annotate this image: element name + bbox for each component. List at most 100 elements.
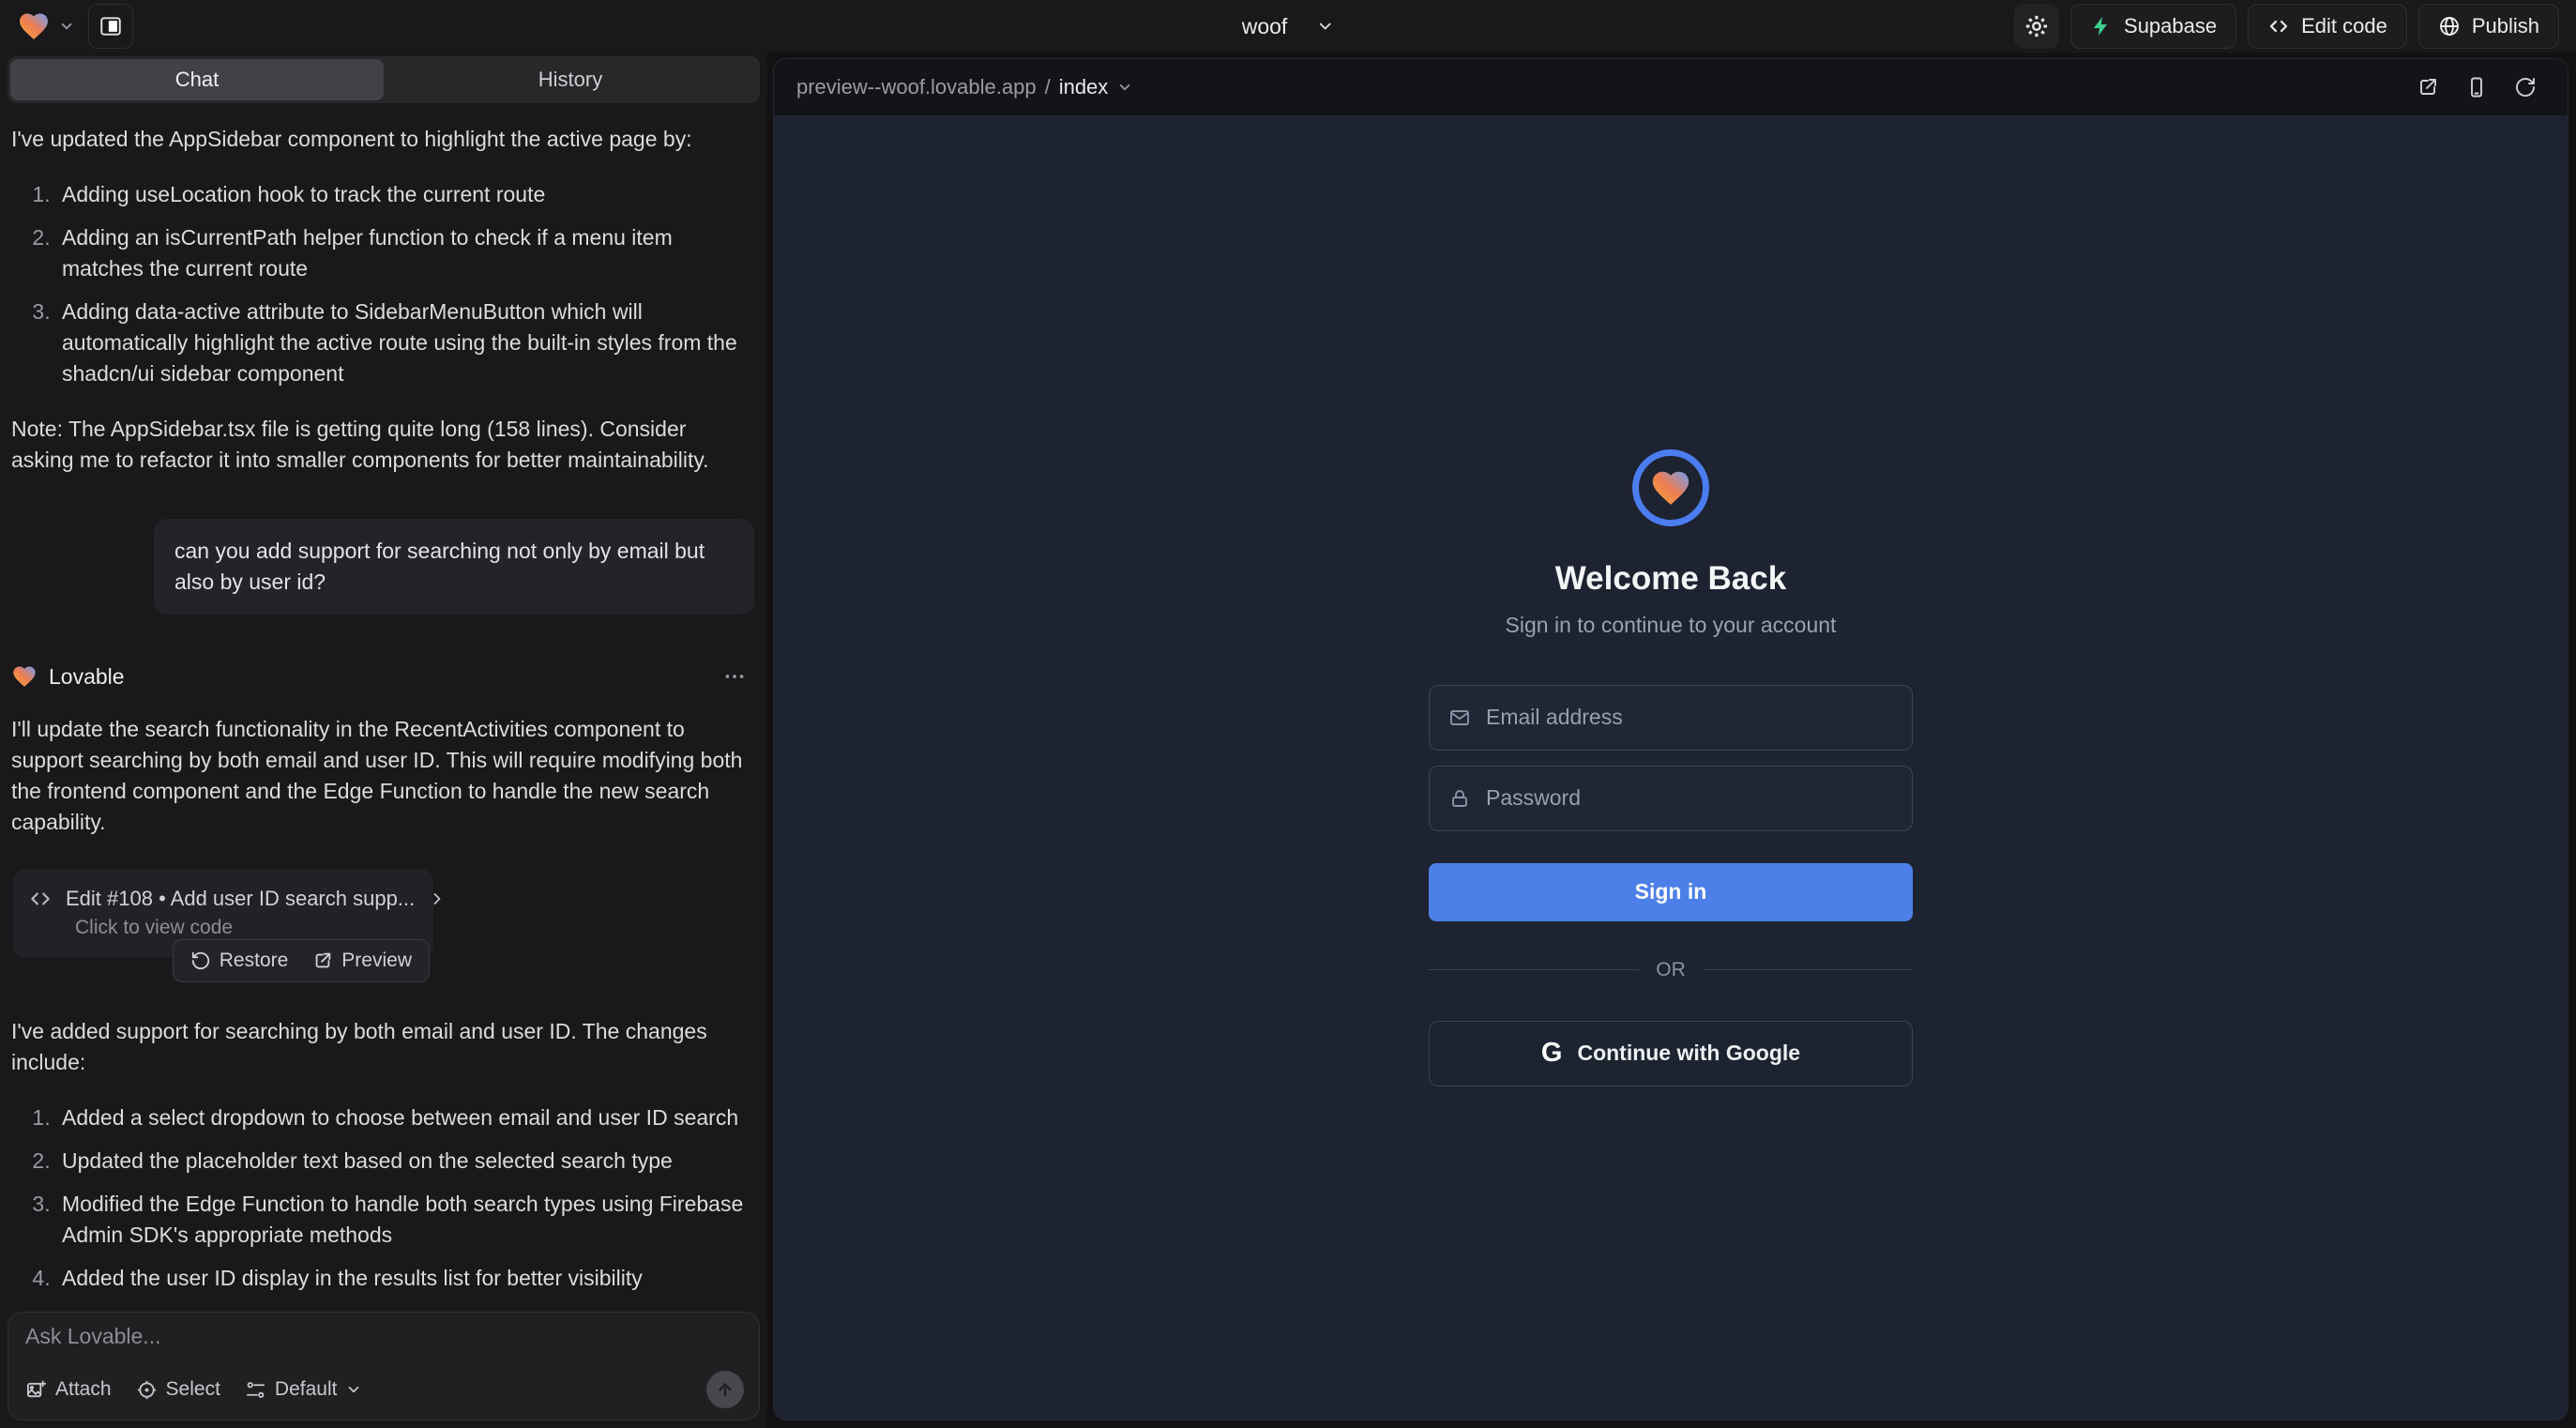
gear-icon: [2023, 13, 2050, 39]
or-divider: OR: [1429, 959, 1913, 981]
app-heart-icon: [1649, 466, 1692, 509]
select-button[interactable]: Select: [136, 1378, 220, 1401]
preview-url-bar: preview--woof.lovable.app / index: [774, 59, 2568, 115]
chevron-right-icon: [428, 889, 447, 908]
restore-label: Restore: [220, 949, 289, 972]
assistant-name: Lovable: [49, 664, 125, 690]
list-item: Adding data-active attribute to SidebarM…: [56, 296, 754, 389]
refresh-icon: [2514, 76, 2537, 99]
external-link-icon: [2417, 76, 2439, 99]
lovable-logo-menu[interactable]: [17, 9, 75, 43]
preview-label: Preview: [341, 949, 412, 972]
divider-text: OR: [1656, 959, 1686, 981]
user-message-bubble: can you add support for searching not on…: [154, 519, 754, 615]
panel-left-icon: [98, 14, 123, 38]
mobile-view-button[interactable]: [2457, 68, 2496, 107]
tab-history[interactable]: History: [384, 59, 757, 100]
lock-icon: [1448, 787, 1471, 810]
app-header: woof Supabase Edit code: [0, 0, 2576, 53]
attach-button[interactable]: Attach: [25, 1378, 112, 1401]
password-field[interactable]: [1429, 766, 1913, 831]
select-label: Select: [166, 1378, 220, 1401]
login-title: Welcome Back: [1555, 560, 1786, 598]
code-icon: [28, 887, 53, 911]
settings-button[interactable]: [2014, 4, 2059, 49]
restore-button[interactable]: Restore: [190, 949, 289, 972]
list-item: Modified the Edge Function to handle bot…: [56, 1189, 754, 1251]
edit-code-button[interactable]: Edit code: [2248, 4, 2407, 49]
attach-label: Attach: [55, 1378, 112, 1401]
chat-tab-bar: Chat History: [8, 56, 760, 103]
assistant-message-note: Note: The AppSidebar.tsx file is getting…: [11, 414, 754, 476]
google-sign-in-label: Continue with Google: [1577, 1041, 1800, 1066]
preview-url-host: preview--woof.lovable.app: [796, 75, 1037, 99]
google-g-icon: G: [1541, 1038, 1563, 1069]
project-chevron-down-icon[interactable]: [1315, 17, 1334, 36]
toggle-sidebar-button[interactable]: [88, 4, 133, 49]
chat-input[interactable]: [25, 1324, 744, 1371]
sign-in-button[interactable]: Sign in: [1429, 863, 1913, 921]
email-input[interactable]: [1486, 705, 1893, 730]
divider-line: [1429, 969, 1639, 970]
assistant-message-summary: I've added support for searching by both…: [11, 1016, 754, 1078]
edit-code-label: Edit code: [2301, 14, 2387, 38]
sliders-icon: [245, 1379, 266, 1401]
preview-url-path: index: [1059, 75, 1109, 99]
restore-icon: [190, 950, 211, 971]
image-plus-icon: [25, 1379, 47, 1401]
app-logo-ring: [1632, 449, 1709, 526]
arrow-up-icon: [715, 1379, 735, 1400]
external-link-icon: [312, 950, 333, 971]
assistant-message-list-2: Added a select dropdown to choose betwee…: [11, 1102, 754, 1294]
tab-chat[interactable]: Chat: [10, 59, 384, 100]
edit-card-actions: Restore Preview: [173, 939, 430, 982]
chat-panel: Chat History I've updated the AppSidebar…: [0, 53, 767, 1428]
refresh-button[interactable]: [2506, 68, 2545, 107]
message-ellipsis-icon[interactable]: [722, 664, 754, 689]
assistant-message-list: Adding useLocation hook to track the cur…: [11, 179, 754, 389]
divider-line: [1703, 969, 1913, 970]
send-button[interactable]: [706, 1371, 744, 1408]
login-form: Welcome Back Sign in to continue to your…: [1429, 449, 1913, 1086]
list-item: Adding an isCurrentPath helper function …: [56, 222, 754, 284]
edit-card-title: Edit #108 • Add user ID search supp...: [66, 887, 415, 911]
supabase-label: Supabase: [2124, 14, 2217, 38]
smartphone-icon: [2465, 76, 2488, 99]
supabase-button[interactable]: Supabase: [2070, 4, 2236, 49]
project-title[interactable]: woof: [1242, 14, 1288, 39]
open-in-new-tab-button[interactable]: [2408, 68, 2447, 107]
email-field[interactable]: [1429, 685, 1913, 751]
lovable-avatar-heart-icon: [11, 663, 38, 690]
supabase-bolt-icon: [2090, 15, 2113, 38]
assistant-header: Lovable: [11, 663, 754, 690]
mode-label: Default: [275, 1378, 338, 1401]
code-icon: [2267, 15, 2290, 38]
list-item: Added a select dropdown to choose betwee…: [56, 1102, 754, 1133]
envelope-icon: [1448, 706, 1471, 729]
assistant-message-intro-2: I'll update the search functionality in …: [11, 714, 754, 838]
list-item: Updated the placeholder text based on th…: [56, 1146, 754, 1177]
chat-message-list[interactable]: I've updated the AppSidebar component to…: [0, 103, 767, 1299]
globe-icon: [2438, 15, 2461, 38]
chevron-down-icon: [1116, 79, 1133, 96]
preview-iframe: Welcome Back Sign in to continue to your…: [774, 115, 2568, 1420]
target-icon: [136, 1379, 158, 1401]
google-sign-in-button[interactable]: G Continue with Google: [1429, 1021, 1913, 1086]
lovable-heart-icon: [17, 9, 51, 43]
mode-selector[interactable]: Default: [245, 1378, 363, 1401]
list-item: Added the user ID display in the results…: [56, 1263, 754, 1294]
publish-button[interactable]: Publish: [2418, 4, 2559, 49]
publish-label: Publish: [2472, 14, 2539, 38]
preview-url-separator: /: [1045, 75, 1051, 99]
list-item: Adding useLocation hook to track the cur…: [56, 179, 754, 210]
preview-panel: preview--woof.lovable.app / index: [773, 58, 2568, 1420]
chevron-down-icon: [58, 18, 75, 35]
password-input[interactable]: [1486, 785, 1893, 811]
chat-composer: Attach Select Default: [8, 1312, 760, 1420]
assistant-message-intro: I've updated the AppSidebar component to…: [11, 124, 754, 155]
preview-url[interactable]: preview--woof.lovable.app / index: [796, 75, 1133, 99]
chevron-down-icon: [345, 1381, 362, 1398]
preview-button[interactable]: Preview: [312, 949, 412, 972]
login-subtitle: Sign in to continue to your account: [1506, 613, 1837, 638]
edit-version-card[interactable]: Edit #108 • Add user ID search supp... C…: [13, 870, 433, 958]
